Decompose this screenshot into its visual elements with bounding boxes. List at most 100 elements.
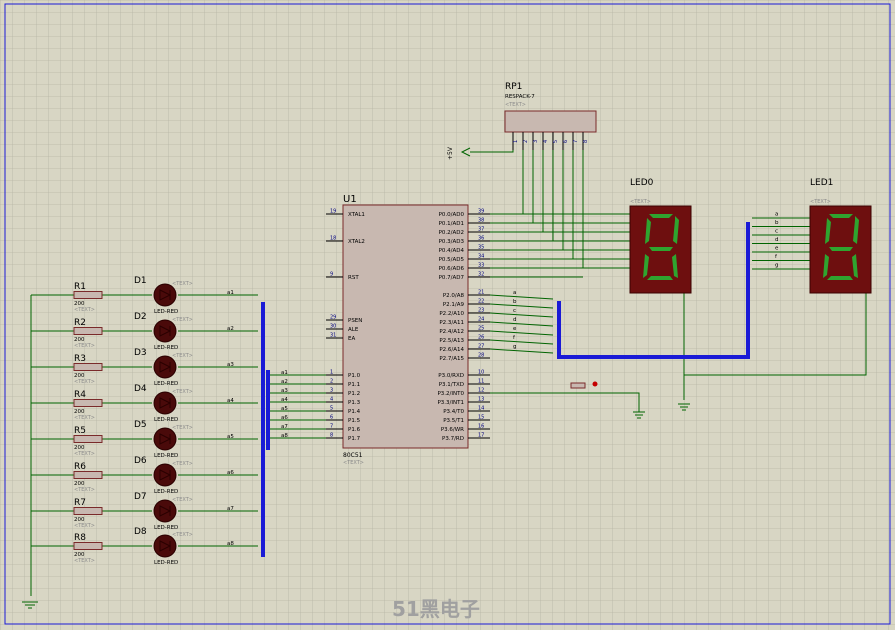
resistor[interactable] bbox=[73, 471, 103, 479]
u1-pin-name: P1.0 bbox=[348, 373, 361, 379]
led-diode[interactable] bbox=[153, 463, 177, 487]
led-diode[interactable] bbox=[153, 355, 177, 379]
u1-pin-name: P1.2 bbox=[348, 391, 360, 397]
net-label: a1 bbox=[281, 370, 288, 376]
u1-pin-name: P3.1/TXD bbox=[439, 382, 464, 388]
u1-pin-name: P3.4/T0 bbox=[443, 409, 464, 415]
u1-pin-number: 18 bbox=[330, 236, 336, 242]
u1-pin-number: 39 bbox=[478, 209, 484, 215]
diode-text-tag: <TEXT> bbox=[172, 497, 193, 503]
led-diode[interactable] bbox=[153, 391, 177, 415]
diode-value: LED-RED bbox=[154, 525, 178, 531]
rp1-pin-number: 3 bbox=[533, 140, 539, 143]
schematic-canvas[interactable]: U1 80C51 <TEXT> 19XTAL118XTAL29RST29PSEN… bbox=[0, 0, 895, 630]
u1-part: 80C51 bbox=[343, 452, 363, 459]
resistor-text-tag: <TEXT> bbox=[74, 487, 95, 493]
diode-value: LED-RED bbox=[154, 381, 178, 387]
diode-value: LED-RED bbox=[154, 489, 178, 495]
diode-ref: D3 bbox=[134, 348, 147, 358]
diode-ref: D6 bbox=[134, 456, 147, 466]
rp1-body[interactable] bbox=[504, 110, 597, 133]
led-diode[interactable] bbox=[153, 499, 177, 523]
u1-pin-name: P2.2/A10 bbox=[439, 311, 464, 317]
resistor-text-tag: <TEXT> bbox=[74, 379, 95, 385]
u1-pin-number: 22 bbox=[478, 299, 484, 305]
rp1-pin-number: 6 bbox=[563, 140, 569, 143]
resistor[interactable] bbox=[73, 327, 103, 335]
u1-pin-name: P2.7/A15 bbox=[439, 356, 464, 362]
u1-microcontroller[interactable]: U1 80C51 <TEXT> 19XTAL118XTAL29RST29PSEN… bbox=[326, 194, 490, 466]
led1-ref: LED1 bbox=[810, 178, 833, 188]
led-diode[interactable] bbox=[153, 534, 177, 558]
resistor-text-tag: <TEXT> bbox=[74, 307, 95, 313]
resistor-ref: R4 bbox=[74, 390, 86, 400]
u1-pin-number: 17 bbox=[478, 433, 484, 439]
resistor[interactable] bbox=[73, 291, 103, 299]
net-label: a8 bbox=[227, 541, 234, 547]
u1-pin-name: P3.6/WR bbox=[441, 427, 464, 433]
diode-ref: D8 bbox=[134, 527, 147, 537]
resistor[interactable] bbox=[73, 435, 103, 443]
net-label: b bbox=[513, 299, 517, 305]
u1-pin-number: 33 bbox=[478, 263, 484, 269]
u1-pin-name: PSEN bbox=[348, 318, 362, 324]
net-label: a2 bbox=[281, 379, 288, 385]
u1-pin-number: 28 bbox=[478, 353, 484, 359]
led-diode[interactable] bbox=[153, 319, 177, 343]
u1-pin-number: 29 bbox=[330, 315, 336, 321]
u1-pin-name: P0.3/AD3 bbox=[439, 239, 465, 245]
net-label: a6 bbox=[227, 470, 234, 476]
diode-ref: D1 bbox=[134, 276, 147, 286]
u1-pin-number: 3 bbox=[330, 388, 333, 394]
u1-pin-name: XTAL1 bbox=[348, 212, 365, 218]
net-label: a5 bbox=[281, 406, 288, 412]
u1-pin-name: P2.6/A14 bbox=[439, 347, 464, 353]
u1-pin-number: 4 bbox=[330, 397, 333, 403]
u1-pin-name: P0.6/AD6 bbox=[439, 266, 465, 272]
net-label: a4 bbox=[227, 398, 234, 404]
diode-ref: D2 bbox=[134, 312, 147, 322]
net-label: a bbox=[775, 212, 778, 218]
rp1-pin-number: 5 bbox=[553, 140, 559, 143]
u1-pin-name: P0.7/AD7 bbox=[439, 275, 465, 281]
net-label: a1 bbox=[227, 290, 234, 296]
diode-text-tag: <TEXT> bbox=[172, 461, 193, 467]
resistor-ref: R3 bbox=[74, 354, 86, 364]
net-label: d bbox=[775, 237, 779, 243]
u1-pin-number: 37 bbox=[478, 227, 484, 233]
led-diode[interactable] bbox=[153, 283, 177, 307]
resistor-ref: R2 bbox=[74, 318, 86, 328]
u1-pin-number: 12 bbox=[478, 388, 484, 394]
resistor[interactable] bbox=[73, 507, 103, 515]
net-label: d bbox=[513, 317, 517, 323]
diode-ref: D7 bbox=[134, 492, 147, 502]
u1-pin-number: 31 bbox=[330, 333, 336, 339]
diode-text-tag: <TEXT> bbox=[172, 317, 193, 323]
led0-ref: LED0 bbox=[630, 178, 654, 188]
resistor-ref: R1 bbox=[74, 282, 86, 292]
resistor-text-tag: <TEXT> bbox=[74, 451, 95, 457]
u1-pin-number: 10 bbox=[478, 370, 484, 376]
resistor-text-tag: <TEXT> bbox=[74, 558, 95, 564]
u1-pin-number: 38 bbox=[478, 218, 484, 224]
diode-value: LED-RED bbox=[154, 560, 178, 566]
led-diode[interactable] bbox=[153, 427, 177, 451]
u1-pin-name: P3.5/T1 bbox=[443, 418, 464, 424]
u1-pin-number: 2 bbox=[330, 379, 333, 385]
u1-pin-number: 16 bbox=[478, 424, 484, 430]
u1-pin-name: P2.3/A11 bbox=[439, 320, 464, 326]
resistor[interactable] bbox=[73, 363, 103, 371]
led1-text-tag: <TEXT> bbox=[810, 199, 831, 205]
u1-pin-number: 14 bbox=[478, 406, 484, 412]
net-label: a8 bbox=[281, 433, 288, 439]
u1-pin-name: P1.6 bbox=[348, 427, 361, 433]
u1-pin-name: EA bbox=[348, 336, 355, 342]
u1-pin-number: 30 bbox=[330, 324, 336, 330]
resistor[interactable] bbox=[73, 399, 103, 407]
u1-pin-number: 8 bbox=[330, 433, 333, 439]
resistor[interactable] bbox=[73, 542, 103, 550]
u1-pin-name: P0.2/AD2 bbox=[439, 230, 464, 236]
net-label: c bbox=[513, 308, 516, 314]
u1-pin-number: 35 bbox=[478, 245, 484, 251]
u1-pin-name: P0.1/AD1 bbox=[439, 221, 464, 227]
